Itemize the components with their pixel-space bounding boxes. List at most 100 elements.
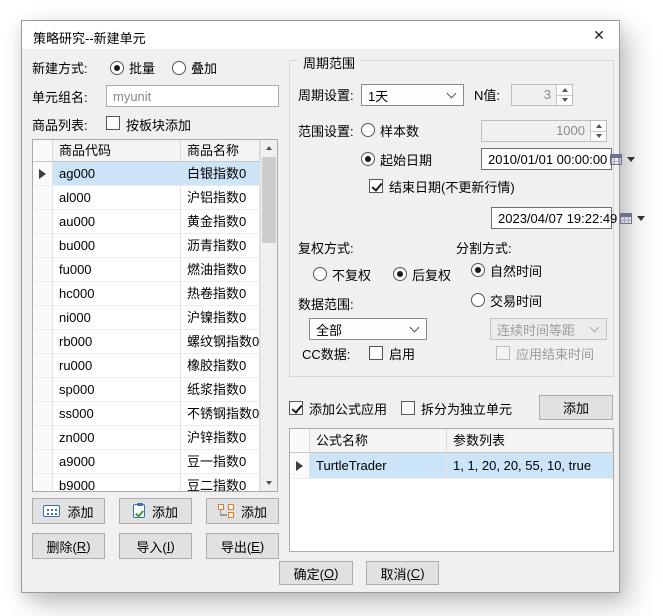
import-button[interactable]: 导入(I): [119, 533, 192, 559]
vertical-scrollbar[interactable]: [260, 140, 277, 491]
table-row[interactable]: rb000 螺纹钢指数0: [33, 330, 260, 354]
spinner-up-icon[interactable]: [591, 121, 606, 131]
current-row-arrow-icon: [296, 460, 303, 471]
cell-name: 白银指数0: [181, 162, 260, 186]
radio-start-date[interactable]: [361, 152, 375, 166]
delete-button[interactable]: 删除(R): [32, 533, 105, 559]
chevron-down-icon: [446, 88, 457, 98]
calendar-icon: [610, 153, 623, 165]
groupbox-title: 周期范围: [298, 53, 361, 72]
cell-code: b9000: [53, 474, 181, 491]
table-row[interactable]: ru000 橡胶指数0: [33, 354, 260, 378]
current-row-arrow-icon: [39, 168, 46, 179]
sample-count-spinner[interactable]: 1000: [481, 120, 607, 142]
cell-name: 沥青指数0: [181, 234, 260, 258]
table-row[interactable]: zn000 沪锌指数0: [33, 426, 260, 450]
scroll-down-icon[interactable]: [261, 475, 277, 491]
cell-name: 豆一指数0: [181, 450, 260, 474]
radio-trading-time[interactable]: [471, 293, 485, 307]
product-table-header: 商品代码 商品名称: [33, 140, 260, 162]
table-row[interactable]: al000 沪铝指数0: [33, 186, 260, 210]
radio-natural-time[interactable]: [471, 263, 485, 277]
radio-batch-label: 批量: [129, 61, 156, 76]
table-row[interactable]: hc000 热卷指数0: [33, 282, 260, 306]
cell-code: hc000: [53, 282, 181, 306]
keyboard-icon: [43, 505, 61, 517]
group-name-input[interactable]: [106, 85, 279, 107]
formula-row[interactable]: TurtleTrader 1, 1, 20, 20, 55, 10, true: [290, 453, 613, 479]
add-by-typing-button[interactable]: 添加: [32, 498, 105, 524]
table-row[interactable]: ag000 白银指数0: [33, 162, 260, 186]
add-from-list-button[interactable]: 添加: [119, 498, 192, 524]
radio-natural-time-label: 自然时间: [490, 264, 543, 279]
dropdown-arrow-icon: [637, 215, 646, 221]
cell-code: ni000: [53, 306, 181, 330]
add-formula-checkbox[interactable]: [289, 401, 303, 415]
table-row[interactable]: ss000 不锈钢指数0: [33, 402, 260, 426]
n-value-spinner[interactable]: 3: [511, 84, 573, 106]
scrollbar-thumb[interactable]: [262, 157, 276, 243]
radio-back-adjust[interactable]: [393, 267, 407, 281]
add-formula-button[interactable]: 添加: [539, 395, 613, 420]
col-header-formula-name: 公式名称: [310, 429, 447, 452]
row-indicator: [290, 453, 310, 479]
table-row[interactable]: ni000 沪镍指数0: [33, 306, 260, 330]
radio-no-adjust[interactable]: [313, 267, 327, 281]
time-spacing-combobox: 连续时间等距: [490, 318, 607, 340]
cell-code: rb000: [53, 330, 181, 354]
spinner-down-icon[interactable]: [557, 94, 572, 105]
add-by-block-button[interactable]: 添加: [206, 498, 279, 524]
export-button[interactable]: 导出(E): [206, 533, 279, 559]
group-name-label: 单元组名:: [32, 90, 88, 105]
period-combobox[interactable]: 1天: [361, 84, 464, 106]
close-icon[interactable]: ✕: [579, 21, 619, 49]
formula-table-header: 公式名称 参数列表: [290, 429, 613, 453]
radio-overlay[interactable]: [172, 61, 186, 75]
cancel-button[interactable]: 取消(C): [366, 561, 439, 585]
end-date-checkbox-label: 结束日期(不更新行情): [389, 180, 515, 195]
data-range-combobox[interactable]: 全部: [309, 318, 427, 340]
table-row[interactable]: au000 黄金指数0: [33, 210, 260, 234]
col-header-code: 商品代码: [53, 140, 181, 161]
ok-button[interactable]: 确定(O): [279, 561, 353, 585]
col-header-params: 参数列表: [447, 429, 613, 452]
cell-code: ss000: [53, 402, 181, 426]
add-button-label: 添加: [151, 504, 178, 520]
start-date-picker[interactable]: 2010/01/01 00:00:00: [481, 148, 636, 170]
create-mode-label: 新建方式:: [32, 61, 88, 76]
data-range-label: 数据范围:: [298, 297, 354, 312]
table-row[interactable]: bu000 沥青指数0: [33, 234, 260, 258]
cell-name: 沪锌指数0: [181, 426, 260, 450]
end-date-picker[interactable]: 2023/04/07 19:22:49: [491, 207, 646, 229]
split-unit-checkbox[interactable]: [401, 401, 415, 415]
spinner-up-icon[interactable]: [557, 85, 572, 95]
table-row[interactable]: b9000 豆二指数0: [33, 474, 260, 491]
table-row[interactable]: fu000 燃油指数0: [33, 258, 260, 282]
period-setting-label: 周期设置:: [298, 88, 354, 103]
hierarchy-icon: [217, 504, 234, 518]
cell-code: ru000: [53, 354, 181, 378]
cell-formula-params: 1, 1, 20, 20, 55, 10, true: [447, 453, 613, 479]
radio-batch[interactable]: [110, 61, 124, 75]
cell-code: fu000: [53, 258, 181, 282]
cell-name: 沪铝指数0: [181, 186, 260, 210]
table-row[interactable]: sp000 纸浆指数0: [33, 378, 260, 402]
range-setting-label: 范围设置:: [298, 124, 354, 139]
radio-back-adjust-label: 后复权: [412, 268, 452, 283]
by-block-checkbox[interactable]: [106, 116, 120, 130]
apply-end-time-label: 应用结束时间: [516, 347, 595, 362]
end-date-checkbox[interactable]: [369, 179, 383, 193]
cc-enable-checkbox[interactable]: [369, 346, 383, 360]
radio-overlay-label: 叠加: [191, 61, 218, 76]
by-block-label: 按板块添加: [126, 118, 192, 133]
product-list-label: 商品列表:: [32, 118, 88, 133]
n-value-label: N值:: [474, 88, 501, 103]
radio-no-adjust-label: 不复权: [332, 268, 372, 283]
radio-trading-time-label: 交易时间: [490, 294, 543, 309]
scroll-up-icon[interactable]: [261, 140, 277, 156]
table-row[interactable]: a9000 豆一指数0: [33, 450, 260, 474]
cell-name: 燃油指数0: [181, 258, 260, 282]
cell-code: ag000: [53, 162, 181, 186]
spinner-down-icon[interactable]: [591, 130, 606, 141]
radio-sample-count[interactable]: [361, 123, 375, 137]
